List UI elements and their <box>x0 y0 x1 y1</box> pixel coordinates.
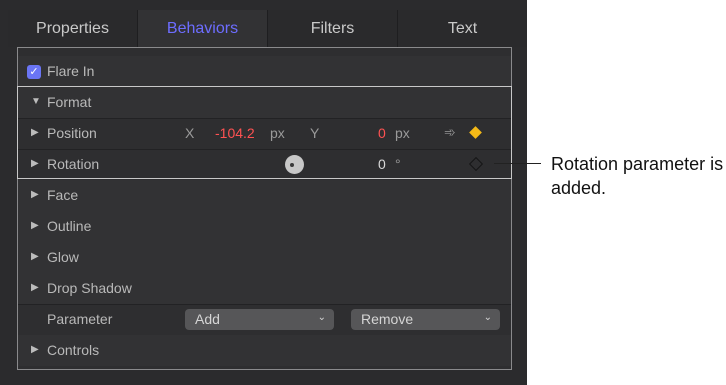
chevron-down-icon: ⌄ <box>317 312 326 323</box>
position-y-unit: px <box>395 125 410 141</box>
rotation-dial-icon[interactable] <box>285 155 304 174</box>
parameter-row: Parameter Add ⌄ Remove ⌄ <box>18 304 511 336</box>
section-face[interactable]: ▶ Face <box>18 180 511 212</box>
chevron-down-icon: ⌄ <box>483 312 492 323</box>
disclosure-closed-icon[interactable]: ▶ <box>31 189 39 200</box>
keyframe-empty-icon[interactable] <box>468 156 484 172</box>
rotation-value[interactable]: 0 <box>378 156 386 172</box>
rotation-unit: ° <box>395 156 401 172</box>
section-drop-shadow[interactable]: ▶ Drop Shadow <box>18 273 511 305</box>
add-select-label: Add <box>195 311 220 327</box>
disclosure-closed-icon[interactable]: ▶ <box>31 158 39 169</box>
callout-leader-line <box>494 163 541 164</box>
keyframe-nav-icon[interactable]: ➾ <box>444 124 456 141</box>
param-row-position: ▶ Position X -104.2 px Y 0 px ➾ <box>18 118 511 150</box>
section-format[interactable]: ▼ Format <box>18 87 511 119</box>
disclosure-closed-icon[interactable]: ▶ <box>31 127 39 138</box>
add-parameter-select[interactable]: Add ⌄ <box>185 309 334 330</box>
remove-parameter-select[interactable]: Remove ⌄ <box>351 309 500 330</box>
behavior-enable-checkbox[interactable]: ✓ <box>27 65 41 79</box>
disclosure-open-icon[interactable]: ▼ <box>31 96 41 107</box>
inspector-tabs: Properties Behaviors Filters Text <box>8 10 527 47</box>
disclosure-closed-icon[interactable]: ▶ <box>31 220 39 231</box>
behavior-panel: ✓ Flare In ▼ Format ▶ Position X -104.2 … <box>17 47 512 370</box>
disclosure-closed-icon[interactable]: ▶ <box>31 282 39 293</box>
section-face-label: Face <box>47 187 79 203</box>
parameter-label: Parameter <box>47 311 113 327</box>
tab-text[interactable]: Text <box>398 10 527 47</box>
behavior-name: Flare In <box>47 63 95 79</box>
param-position-label: Position <box>47 125 97 141</box>
position-x-value[interactable]: -104.2 <box>215 125 255 141</box>
section-controls[interactable]: ▶ Controls <box>18 335 511 366</box>
remove-select-label: Remove <box>361 311 414 327</box>
section-outline-label: Outline <box>47 218 92 234</box>
tab-behaviors[interactable]: Behaviors <box>138 10 268 47</box>
section-format-label: Format <box>47 94 92 110</box>
x-axis-label: X <box>185 125 195 141</box>
disclosure-closed-icon[interactable]: ▶ <box>31 344 39 355</box>
section-controls-label: Controls <box>47 342 100 358</box>
behavior-row-flare-in: ✓ Flare In <box>18 56 511 88</box>
section-outline[interactable]: ▶ Outline <box>18 211 511 243</box>
keyframe-icon[interactable] <box>469 126 482 139</box>
param-row-rotation: ▶ Rotation 0 ° <box>18 149 511 181</box>
tab-properties[interactable]: Properties <box>8 10 138 47</box>
section-glow-label: Glow <box>47 249 79 265</box>
inspector-panel: Properties Behaviors Filters Text ✓ Flar… <box>0 0 527 385</box>
y-axis-label: Y <box>310 125 320 141</box>
position-y-value[interactable]: 0 <box>378 125 386 141</box>
callout-text: Rotation parameter is added. <box>551 154 724 198</box>
disclosure-closed-icon[interactable]: ▶ <box>31 251 39 262</box>
position-x-unit: px <box>270 125 285 141</box>
tab-filters[interactable]: Filters <box>268 10 398 47</box>
param-rotation-label: Rotation <box>47 156 100 172</box>
section-drop-shadow-label: Drop Shadow <box>47 280 132 296</box>
section-glow[interactable]: ▶ Glow <box>18 242 511 274</box>
